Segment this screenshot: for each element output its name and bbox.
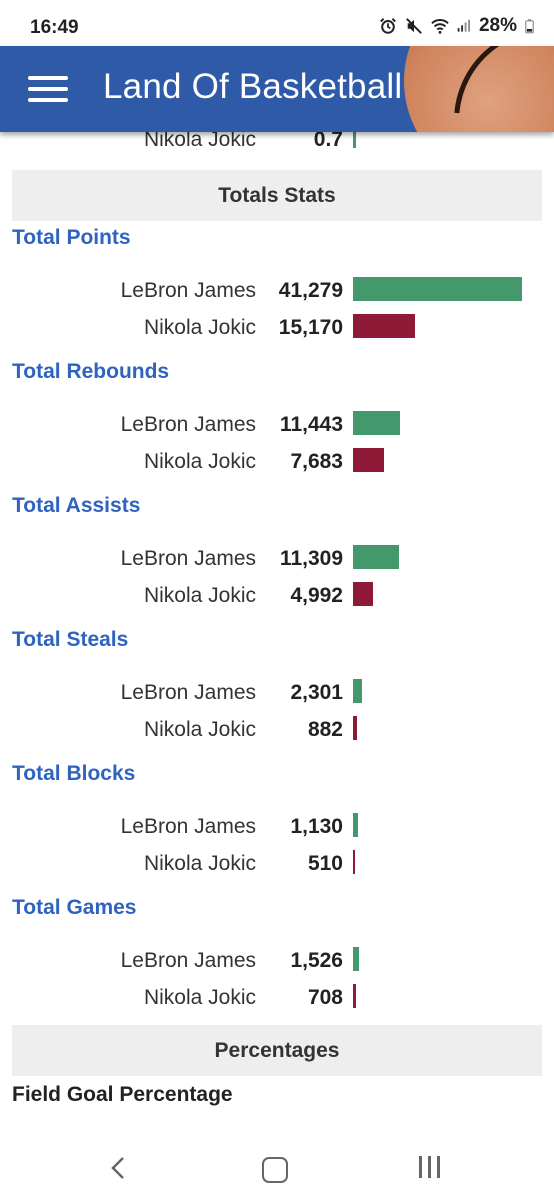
stat-value: 1,130 [290, 815, 343, 838]
field-goal-percentage-title: Field Goal Percentage [12, 1083, 233, 1106]
status-time: 16:49 [30, 17, 79, 38]
stat-bar [353, 545, 399, 569]
player-name: Nikola Jokic [143, 718, 256, 741]
stat-title: Total Points [12, 226, 131, 249]
stat-row: Nikola Jokic 510 [0, 848, 554, 882]
player-name: Nikola Jokic [143, 450, 256, 473]
player-name: Nikola Jokic [143, 316, 256, 339]
stat-row: LeBron James 1,130 [0, 811, 554, 845]
stat-row: LeBron James 11,309 [0, 543, 554, 577]
stat-bar [353, 314, 415, 338]
stat-bar [353, 411, 400, 435]
player-name: LeBron James [120, 949, 256, 972]
stat-bar [353, 716, 357, 740]
alarm-icon [380, 18, 396, 34]
stat-value: 1,526 [290, 949, 343, 972]
stat-bar [353, 277, 522, 301]
stat-bar [353, 984, 356, 1008]
stat-title: Total Games [12, 896, 137, 919]
stat-bar [353, 448, 384, 472]
recents-icon[interactable] [417, 1156, 443, 1180]
player-name: LeBron James [120, 547, 256, 570]
stat-title: Total Assists [12, 494, 141, 517]
battery-icon [525, 19, 534, 34]
app-title: Land Of Basketball [103, 67, 403, 106]
stat-bar [353, 850, 355, 874]
stat-value: 11,309 [279, 547, 343, 570]
stat-value: 15,170 [278, 316, 343, 339]
stat-row: Nikola Jokic 708 [0, 982, 554, 1016]
menu-icon[interactable] [28, 73, 70, 105]
status-icons: 28% [379, 15, 534, 37]
stat-row: Nikola Jokic 15,170 [0, 312, 554, 346]
app-header: Land Of Basketball [0, 46, 554, 132]
stat-value: 510 [307, 852, 343, 875]
stat-row: LeBron James 11,443 [0, 409, 554, 443]
mute-icon [406, 18, 422, 34]
battery-percent: 28% [478, 15, 517, 36]
system-nav-bar [0, 1135, 554, 1200]
stat-bar [353, 947, 359, 971]
stat-bar [353, 813, 358, 837]
signal-icon [457, 19, 470, 32]
section-percentages: Percentages [12, 1025, 542, 1076]
stat-value: 2,301 [290, 681, 343, 704]
stat-value: 882 [307, 718, 343, 741]
stat-row: Nikola Jokic 882 [0, 714, 554, 748]
player-name: Nikola Jokic [143, 584, 256, 607]
stat-value: 41,279 [278, 279, 343, 302]
stats-content: Nikola Jokic 0.7 Totals Stats Total Poin… [0, 0, 554, 1200]
stat-value: 4,992 [290, 584, 343, 607]
home-icon[interactable] [262, 1157, 288, 1183]
player-name: LeBron James [120, 413, 256, 436]
stat-row: LeBron James 41,279 [0, 275, 554, 309]
stat-row: Nikola Jokic 4,992 [0, 580, 554, 614]
player-name: Nikola Jokic [143, 852, 256, 875]
stat-value: 11,443 [279, 413, 343, 436]
stat-value: 708 [307, 986, 343, 1009]
stat-bar [353, 679, 362, 703]
stat-bar [353, 582, 373, 606]
stat-row: LeBron James 1,526 [0, 945, 554, 979]
stat-title: Total Blocks [12, 762, 136, 785]
player-name: LeBron James [120, 681, 256, 704]
player-name: LeBron James [120, 279, 256, 302]
status-bar: 16:49 28% [0, 0, 554, 46]
stat-row: LeBron James 2,301 [0, 677, 554, 711]
player-name: LeBron James [120, 815, 256, 838]
wifi-icon [431, 19, 449, 34]
section-totals-stats: Totals Stats [12, 170, 542, 221]
stat-row: Nikola Jokic 7,683 [0, 446, 554, 480]
back-icon[interactable] [106, 1155, 132, 1181]
stat-value: 7,683 [290, 450, 343, 473]
stat-title: Total Steals [12, 628, 129, 651]
stat-title: Total Rebounds [12, 360, 170, 383]
player-name: Nikola Jokic [143, 986, 256, 1009]
